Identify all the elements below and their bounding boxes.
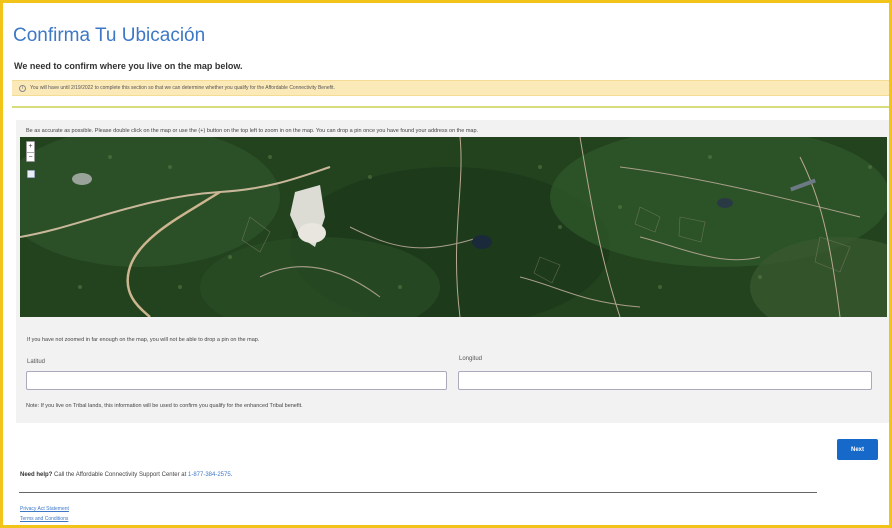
satellite-map[interactable]: + −: [20, 137, 887, 317]
page-subtitle: We need to confirm where you live on the…: [14, 61, 243, 71]
latitude-label: Latitud: [27, 359, 46, 365]
screenshot-frame: Confirma Tu Ubicación We need to confirm…: [0, 0, 892, 528]
latitude-input[interactable]: [26, 371, 447, 390]
next-button[interactable]: Next: [837, 439, 878, 460]
divider: [12, 106, 889, 108]
privacy-act-link[interactable]: Privacy Act Statement: [20, 506, 69, 512]
zoom-control: + −: [26, 141, 35, 162]
terms-link[interactable]: Terms and Conditions: [20, 516, 68, 522]
deadline-alert: i You will have until 2/19/2022 to compl…: [12, 80, 889, 96]
info-icon: i: [19, 84, 26, 92]
zoom-in-button[interactable]: +: [27, 142, 34, 152]
longitude-input[interactable]: [458, 371, 872, 390]
layers-icon[interactable]: [27, 170, 35, 178]
page-title: Confirma Tu Ubicación: [13, 25, 206, 46]
longitude-label: Longitud: [459, 356, 483, 362]
help-text: Need help? Call the Affordable Connectiv…: [20, 472, 232, 478]
footer-divider: [19, 492, 817, 493]
satellite-imagery: [20, 137, 887, 317]
help-prefix: Need help?: [20, 472, 53, 478]
zoom-out-button[interactable]: −: [27, 152, 34, 162]
tribal-note: Note: If you live on Tribal lands, this …: [26, 403, 303, 409]
map-instructions: Be as accurate as possible. Please doubl…: [26, 128, 479, 134]
help-suffix: .: [230, 472, 233, 478]
map-panel: Be as accurate as possible. Please doubl…: [16, 120, 889, 423]
support-phone-link[interactable]: 1-877-384-2575: [188, 472, 231, 478]
alert-text: You will have until 2/19/2022 to complet…: [30, 85, 335, 91]
help-body: Call the Affordable Connectivity Support…: [52, 472, 188, 478]
zoom-note: If you have not zoomed in far enough on …: [27, 337, 260, 343]
